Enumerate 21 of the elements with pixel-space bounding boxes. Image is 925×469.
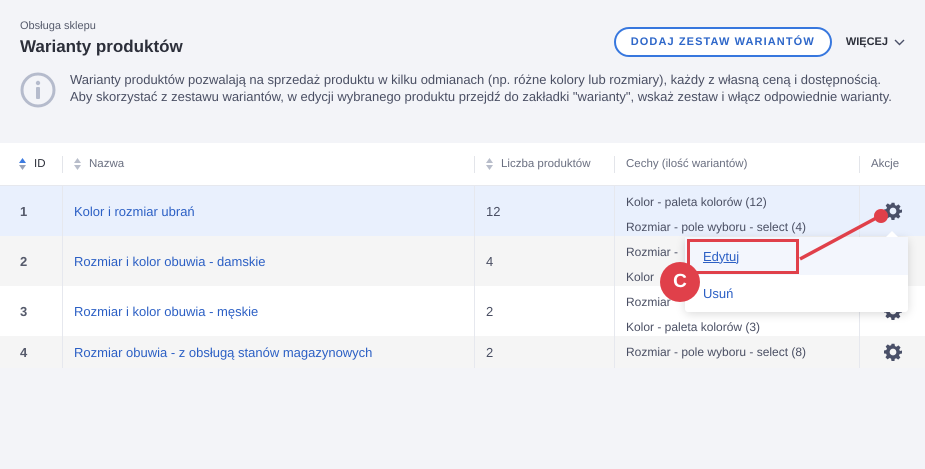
info-text: Aby skorzystać z zestawu wariantów, w edycji wybranego produktu przejdź do zakładki "warianty", wskaż zestaw i włącz odpowiednie warianty. <box>70 90 892 104</box>
feature-text: Rozmiar - <box>626 244 678 260</box>
feature-text: Kolor - paleta kolorów (3) <box>626 319 760 335</box>
column-header: Akcje <box>871 158 900 170</box>
feature-text: Rozmiar <box>626 294 671 310</box>
id-cell: 1 <box>20 204 28 218</box>
column-header: Cechy (ilość wariantów) <box>626 158 748 170</box>
id-cell: 2 <box>20 254 28 268</box>
product-count: 2 <box>486 344 494 360</box>
product-count: 12 <box>486 204 500 218</box>
product-count: 2 <box>486 304 494 318</box>
product-count: 4 <box>486 254 494 268</box>
feature-text: Kolor - paleta kolorów (12) <box>626 194 767 210</box>
feature-text: Rozmiar - pole wyboru - select (8) <box>626 344 806 360</box>
breadcrumb: Obsługa sklepu <box>20 20 97 32</box>
feature-text: Kolor <box>626 269 654 285</box>
feature-text: Rozmiar - pole wyboru - select (4) <box>626 219 806 235</box>
id-cell: 3 <box>20 304 28 318</box>
info-text: Warianty produktów pozwalają na sprzedaż produktu w kilku odmianach (np. różne kolory lub rozmiary), każdy z własną ceną i dostępnością. <box>70 73 882 87</box>
page-title: Warianty produktów <box>20 37 183 57</box>
id-cell: 4 <box>20 344 28 360</box>
